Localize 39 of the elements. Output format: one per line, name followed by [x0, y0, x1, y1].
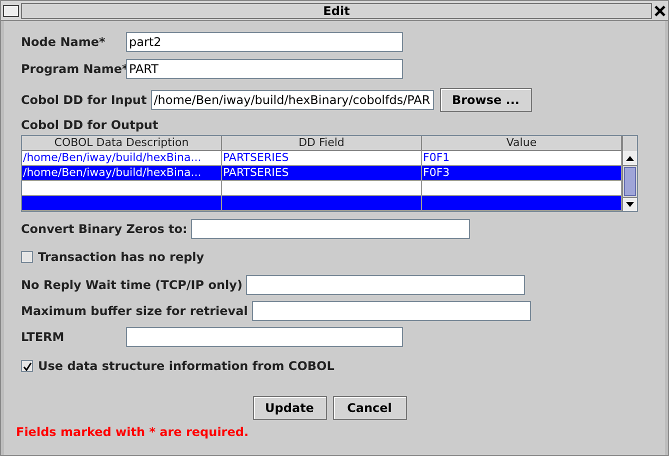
checkbox[interactable] — [21, 251, 33, 263]
checkmark-icon — [22, 362, 32, 370]
up-arrow-icon[interactable] — [626, 156, 634, 160]
window-menu-button[interactable] — [3, 4, 19, 16]
binary-zeros-field[interactable] — [191, 219, 470, 239]
close-icon[interactable] — [654, 4, 666, 16]
scrollbar[interactable] — [622, 136, 637, 211]
field-label: Transaction has no reply — [38, 249, 204, 266]
browse-button[interactable]: Browse ... — [440, 88, 532, 112]
table-row[interactable]: /home/Ben/iway/build/hexBina... PARTSERIES F0F3 — [22, 166, 622, 181]
table-cell: F0F1 — [423, 151, 450, 164]
table-cell: PARTSERIES — [223, 166, 289, 179]
field-label: Cobol DD for Output — [21, 117, 158, 134]
field-label: Program Name* — [21, 61, 126, 78]
table-cell: F0F3 — [423, 166, 450, 179]
window-title: Edit — [323, 2, 350, 20]
program-name-field[interactable]: PART — [126, 59, 403, 79]
lterm-field[interactable] — [126, 327, 403, 347]
dialog-button[interactable]: Cancel — [332, 396, 406, 420]
node-name-field[interactable]: part2 — [126, 32, 403, 52]
table-cell: PARTSERIES — [223, 151, 289, 164]
table-cell: /home/Ben/iway/build/hexBina... — [23, 151, 202, 164]
field-label: Node Name* — [21, 34, 106, 51]
required-note: Fields marked with * are required. — [16, 424, 250, 441]
buffer-size-field[interactable] — [252, 301, 531, 321]
field-label: Maximum buffer size for retrieval — [21, 303, 248, 320]
field-label: No Reply Wait time (TCP/IP only) — [21, 277, 242, 294]
field-label: LTERM — [21, 329, 66, 346]
dialog-button[interactable]: Update — [252, 396, 326, 420]
checkbox[interactable] — [21, 360, 33, 372]
down-arrow-icon[interactable] — [626, 202, 634, 207]
table-cell: /home/Ben/iway/build/hexBina... — [23, 166, 202, 179]
field-label: Cobol DD for Input — [21, 92, 147, 109]
field-label: Use data structure information from COBOL — [38, 358, 334, 375]
scrollbar-thumb[interactable] — [624, 167, 636, 196]
field-label: Convert Binary Zeros to: — [21, 221, 188, 238]
input-dd-field[interactable]: /home/Ben/iway/build/hexBinary/cobolfds/PAR — [150, 90, 434, 110]
table-row[interactable]: /home/Ben/iway/build/hexBina... PARTSERIES F0F1 — [22, 151, 622, 166]
wait-time-field[interactable] — [246, 275, 526, 295]
